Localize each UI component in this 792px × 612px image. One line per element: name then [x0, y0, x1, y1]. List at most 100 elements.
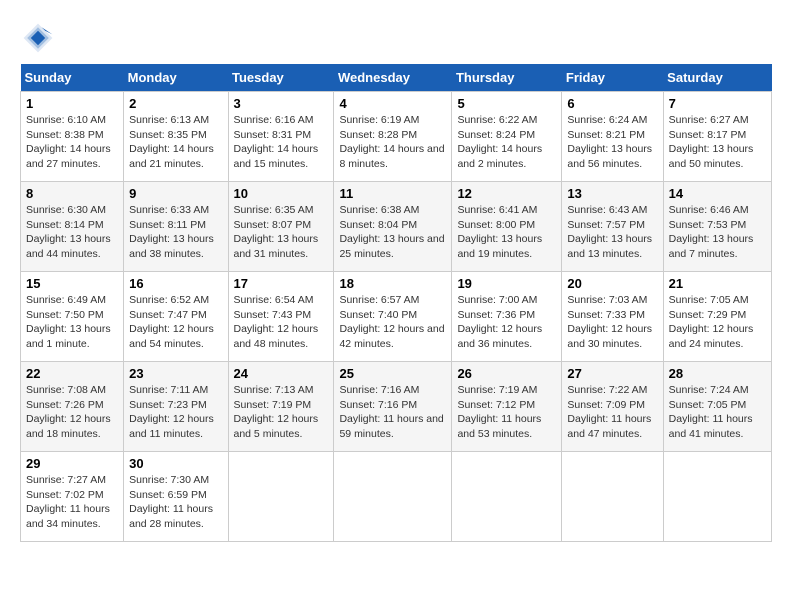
weekday-header-saturday: Saturday	[663, 64, 771, 92]
calendar-cell: 22Sunrise: 7:08 AMSunset: 7:26 PMDayligh…	[21, 362, 124, 452]
day-number: 25	[339, 366, 446, 381]
day-info: Sunrise: 7:22 AMSunset: 7:09 PMDaylight:…	[567, 383, 657, 442]
calendar-cell: 4 Sunrise: 6:19 AMSunset: 8:28 PMDaylight…	[334, 92, 452, 182]
calendar-cell: 29 Sunrise: 7:27 AMSunset: 7:02 PMDayligh…	[21, 452, 124, 542]
day-number: 30	[129, 456, 222, 471]
day-number: 1	[26, 96, 118, 111]
weekday-header-monday: Monday	[124, 64, 228, 92]
day-info: Sunrise: 7:03 AMSunset: 7:33 PMDaylight:…	[567, 293, 657, 352]
calendar-week-3: 15Sunrise: 6:49 AMSunset: 7:50 PMDayligh…	[21, 272, 772, 362]
calendar-cell: 8 Sunrise: 6:30 AMSunset: 8:14 PMDaylight…	[21, 182, 124, 272]
day-number: 4	[339, 96, 446, 111]
day-number: 6	[567, 96, 657, 111]
calendar-cell: 12 Sunrise: 6:41 AMSunset: 8:00 PMDayligh…	[452, 182, 562, 272]
calendar-cell: 28 Sunrise: 7:24 AMSunset: 7:05 PMDayligh…	[663, 362, 771, 452]
day-number: 17	[234, 276, 329, 291]
calendar-week-5: 29 Sunrise: 7:27 AMSunset: 7:02 PMDayligh…	[21, 452, 772, 542]
calendar-cell: 20Sunrise: 7:03 AMSunset: 7:33 PMDayligh…	[562, 272, 663, 362]
calendar-cell	[562, 452, 663, 542]
day-info: Sunrise: 6:10 AMSunset: 8:38 PMDaylight:…	[26, 113, 118, 172]
calendar-cell: 9Sunrise: 6:33 AMSunset: 8:11 PMDaylight…	[124, 182, 228, 272]
day-number: 26	[457, 366, 556, 381]
weekday-header-friday: Friday	[562, 64, 663, 92]
calendar-cell: 1 Sunrise: 6:10 AMSunset: 8:38 PMDaylight…	[21, 92, 124, 182]
day-number: 28	[669, 366, 766, 381]
day-number: 5	[457, 96, 556, 111]
day-info: Sunrise: 7:05 AMSunset: 7:29 PMDaylight:…	[669, 293, 766, 352]
day-number: 16	[129, 276, 222, 291]
day-info: Sunrise: 7:27 AMSunset: 7:02 PMDaylight:…	[26, 473, 118, 532]
day-number: 21	[669, 276, 766, 291]
calendar-cell	[663, 452, 771, 542]
calendar-cell	[228, 452, 334, 542]
calendar-cell: 6 Sunrise: 6:24 AMSunset: 8:21 PMDaylight…	[562, 92, 663, 182]
day-number: 11	[339, 186, 446, 201]
calendar-cell: 19 Sunrise: 7:00 AMSunset: 7:36 PMDayligh…	[452, 272, 562, 362]
calendar-cell	[334, 452, 452, 542]
calendar-week-2: 8 Sunrise: 6:30 AMSunset: 8:14 PMDaylight…	[21, 182, 772, 272]
logo	[20, 20, 60, 56]
day-info: Sunrise: 6:24 AMSunset: 8:21 PMDaylight:…	[567, 113, 657, 172]
calendar-cell: 21 Sunrise: 7:05 AMSunset: 7:29 PMDayligh…	[663, 272, 771, 362]
calendar-cell: 10Sunrise: 6:35 AMSunset: 8:07 PMDayligh…	[228, 182, 334, 272]
calendar-cell: 25 Sunrise: 7:16 AMSunset: 7:16 PMDayligh…	[334, 362, 452, 452]
weekday-header-tuesday: Tuesday	[228, 64, 334, 92]
day-info: Sunrise: 6:38 AMSunset: 8:04 PMDaylight:…	[339, 203, 446, 262]
day-number: 29	[26, 456, 118, 471]
day-info: Sunrise: 7:19 AMSunset: 7:12 PMDaylight:…	[457, 383, 556, 442]
calendar-cell: 2 Sunrise: 6:13 AMSunset: 8:35 PMDaylight…	[124, 92, 228, 182]
calendar-cell: 5 Sunrise: 6:22 AMSunset: 8:24 PMDaylight…	[452, 92, 562, 182]
day-info: Sunrise: 6:30 AMSunset: 8:14 PMDaylight:…	[26, 203, 118, 262]
day-info: Sunrise: 6:13 AMSunset: 8:35 PMDaylight:…	[129, 113, 222, 172]
day-number: 23	[129, 366, 222, 381]
day-info: Sunrise: 6:27 AMSunset: 8:17 PMDaylight:…	[669, 113, 766, 172]
day-number: 14	[669, 186, 766, 201]
day-number: 13	[567, 186, 657, 201]
calendar-cell: 16 Sunrise: 6:52 AMSunset: 7:47 PMDayligh…	[124, 272, 228, 362]
day-number: 2	[129, 96, 222, 111]
weekday-header-wednesday: Wednesday	[334, 64, 452, 92]
calendar-cell: 30 Sunrise: 7:30 AMSunset: 6:59 PMDayligh…	[124, 452, 228, 542]
day-number: 15	[26, 276, 118, 291]
day-number: 3	[234, 96, 329, 111]
day-info: Sunrise: 6:19 AMSunset: 8:28 PMDaylight:…	[339, 113, 446, 172]
day-info: Sunrise: 7:24 AMSunset: 7:05 PMDaylight:…	[669, 383, 766, 442]
calendar-week-4: 22Sunrise: 7:08 AMSunset: 7:26 PMDayligh…	[21, 362, 772, 452]
calendar-cell: 13 Sunrise: 6:43 AMSunset: 7:57 PMDayligh…	[562, 182, 663, 272]
day-info: Sunrise: 7:30 AMSunset: 6:59 PMDaylight:…	[129, 473, 222, 532]
weekday-header-thursday: Thursday	[452, 64, 562, 92]
day-info: Sunrise: 6:43 AMSunset: 7:57 PMDaylight:…	[567, 203, 657, 262]
calendar-cell: 27 Sunrise: 7:22 AMSunset: 7:09 PMDayligh…	[562, 362, 663, 452]
calendar-cell	[452, 452, 562, 542]
calendar-cell: 17Sunrise: 6:54 AMSunset: 7:43 PMDayligh…	[228, 272, 334, 362]
calendar-cell: 24 Sunrise: 7:13 AMSunset: 7:19 PMDayligh…	[228, 362, 334, 452]
day-number: 19	[457, 276, 556, 291]
day-info: Sunrise: 6:57 AMSunset: 7:40 PMDaylight:…	[339, 293, 446, 352]
calendar-cell: 14 Sunrise: 6:46 AMSunset: 7:53 PMDayligh…	[663, 182, 771, 272]
day-info: Sunrise: 6:46 AMSunset: 7:53 PMDaylight:…	[669, 203, 766, 262]
day-info: Sunrise: 6:52 AMSunset: 7:47 PMDaylight:…	[129, 293, 222, 352]
day-number: 24	[234, 366, 329, 381]
calendar-cell: 23 Sunrise: 7:11 AMSunset: 7:23 PMDayligh…	[124, 362, 228, 452]
day-number: 27	[567, 366, 657, 381]
calendar-cell: 18 Sunrise: 6:57 AMSunset: 7:40 PMDayligh…	[334, 272, 452, 362]
day-info: Sunrise: 7:11 AMSunset: 7:23 PMDaylight:…	[129, 383, 222, 442]
logo-icon	[20, 20, 56, 56]
day-number: 12	[457, 186, 556, 201]
day-number: 18	[339, 276, 446, 291]
calendar-table: SundayMondayTuesdayWednesdayThursdayFrid…	[20, 64, 772, 542]
day-info: Sunrise: 6:22 AMSunset: 8:24 PMDaylight:…	[457, 113, 556, 172]
weekday-header-sunday: Sunday	[21, 64, 124, 92]
calendar-cell: 3Sunrise: 6:16 AMSunset: 8:31 PMDaylight…	[228, 92, 334, 182]
calendar-cell: 11 Sunrise: 6:38 AMSunset: 8:04 PMDayligh…	[334, 182, 452, 272]
calendar-cell: 26 Sunrise: 7:19 AMSunset: 7:12 PMDayligh…	[452, 362, 562, 452]
weekday-header-row: SundayMondayTuesdayWednesdayThursdayFrid…	[21, 64, 772, 92]
day-number: 8	[26, 186, 118, 201]
calendar-week-1: 1 Sunrise: 6:10 AMSunset: 8:38 PMDaylight…	[21, 92, 772, 182]
day-info: Sunrise: 7:08 AMSunset: 7:26 PMDaylight:…	[26, 383, 118, 442]
day-info: Sunrise: 6:41 AMSunset: 8:00 PMDaylight:…	[457, 203, 556, 262]
day-info: Sunrise: 7:16 AMSunset: 7:16 PMDaylight:…	[339, 383, 446, 442]
day-number: 7	[669, 96, 766, 111]
day-info: Sunrise: 7:13 AMSunset: 7:19 PMDaylight:…	[234, 383, 329, 442]
day-info: Sunrise: 7:00 AMSunset: 7:36 PMDaylight:…	[457, 293, 556, 352]
